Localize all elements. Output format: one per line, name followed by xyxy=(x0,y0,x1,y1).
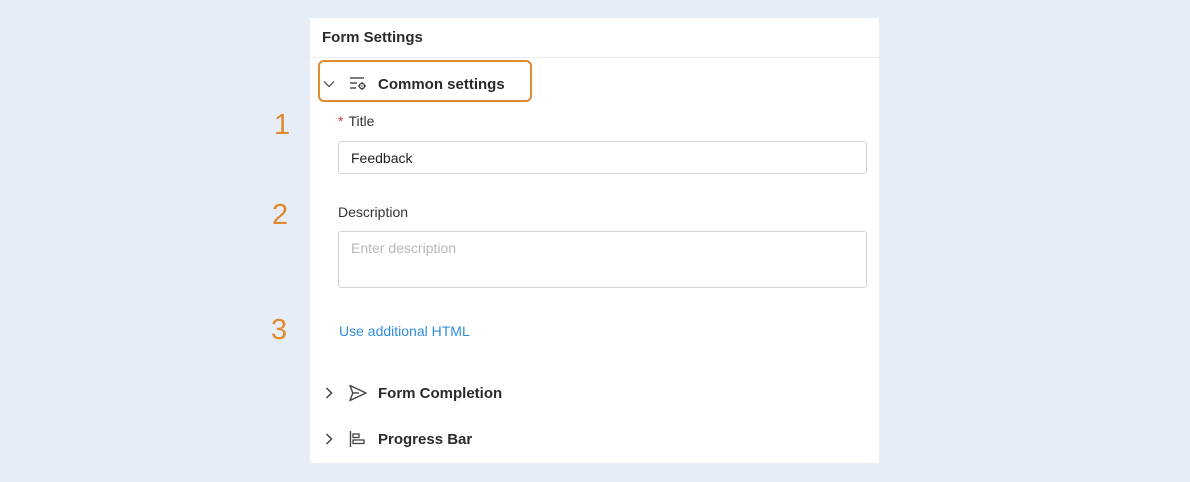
title-label-text: Title xyxy=(348,113,375,129)
section-progress-bar[interactable]: Progress Bar xyxy=(322,429,472,449)
section-common-settings[interactable]: Common settings xyxy=(318,60,532,102)
description-label: Description xyxy=(338,204,409,220)
section-label-progress: Progress Bar xyxy=(378,430,473,448)
panel-title: Form Settings xyxy=(310,18,879,58)
section-label-completion: Form Completion xyxy=(378,384,503,402)
use-additional-html-link[interactable]: Use additional HTML xyxy=(339,323,470,339)
title-input[interactable] xyxy=(338,141,867,174)
title-label: * Title xyxy=(338,113,374,129)
highlight-frame xyxy=(318,60,532,102)
description-input[interactable] xyxy=(338,231,867,288)
form-settings-panel: Form Settings Common settings *Title Des… xyxy=(310,18,879,463)
send-icon xyxy=(349,384,367,402)
chevron-right-icon xyxy=(325,433,333,445)
callout-number-1: 1 xyxy=(274,109,291,141)
chevron-right-icon xyxy=(325,387,333,399)
callout-number-2: 2 xyxy=(272,199,289,231)
callout-number-3: 3 xyxy=(271,314,288,346)
section-form-completion[interactable]: Form Completion xyxy=(322,383,502,403)
required-mark: * xyxy=(338,113,344,129)
progress-bar-icon xyxy=(349,431,365,447)
